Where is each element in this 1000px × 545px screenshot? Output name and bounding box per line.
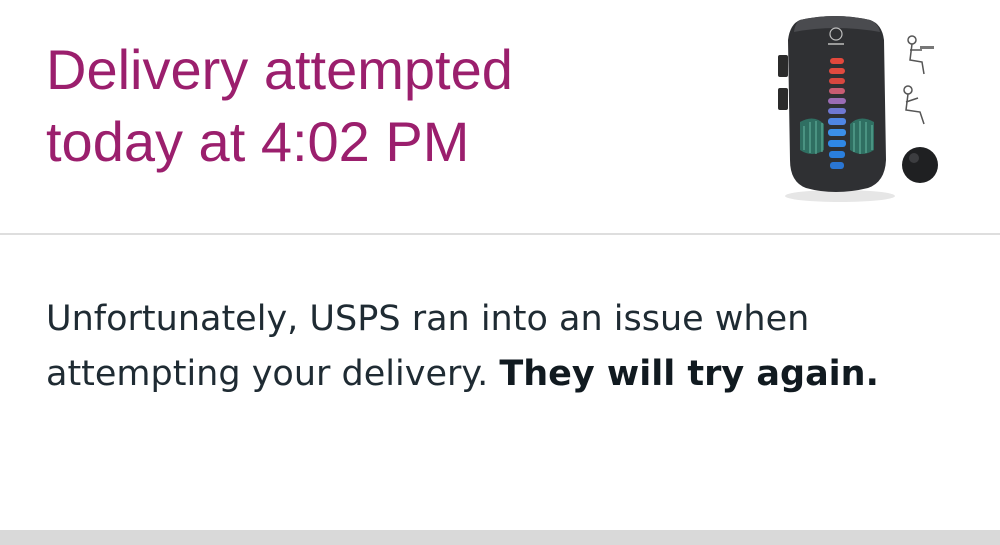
section-divider [0,233,1000,235]
product-image[interactable] [770,10,950,205]
delivery-message: Unfortunately, USPS ran into an issue wh… [46,292,976,402]
status-line-2: today at 4:02 PM [46,110,470,173]
status-line-1: Delivery attempted [46,38,513,101]
shipment-header: Delivery attempted today at 4:02 PM [0,0,1000,233]
lumbar-pillow-illustration [778,16,938,202]
delivery-message-emphasis: They will try again. [499,354,879,394]
delivery-status-title: Delivery attempted today at 4:02 PM [46,34,666,178]
section-separator-bar [0,530,1000,545]
